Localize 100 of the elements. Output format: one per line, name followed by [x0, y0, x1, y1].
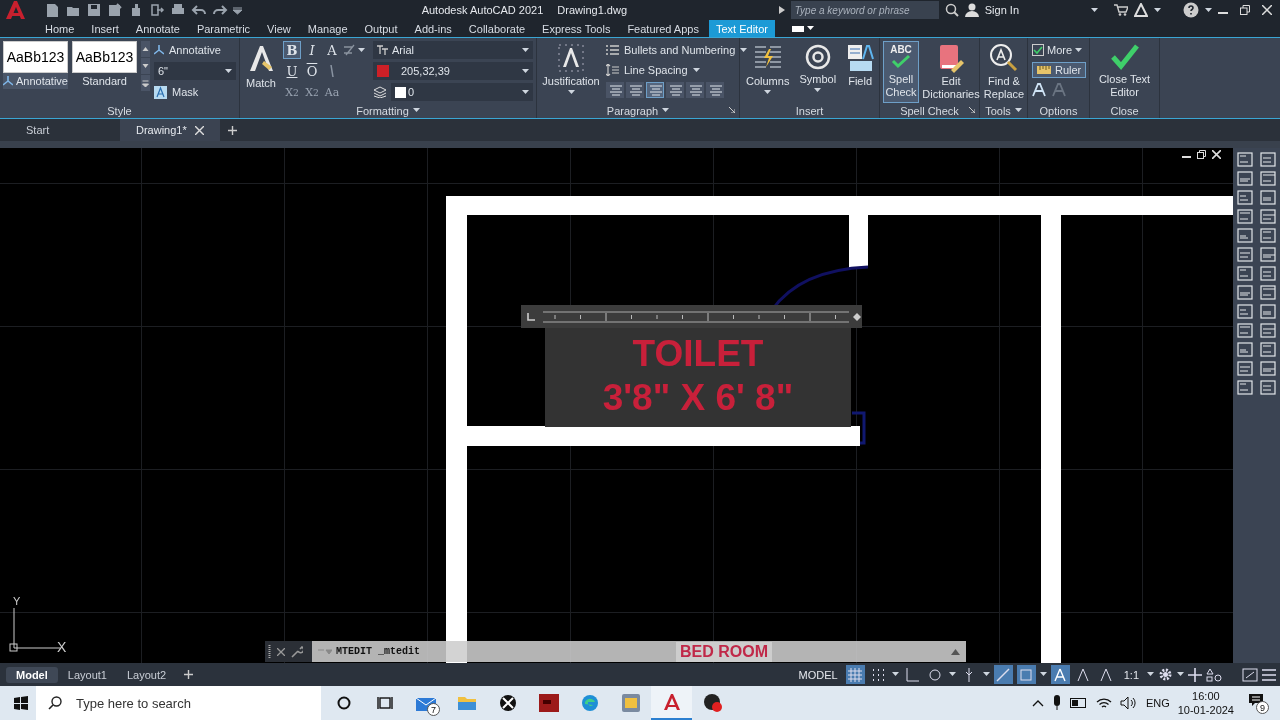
speaker-icon[interactable]: [1119, 696, 1138, 710]
drafting-tool-icon[interactable]: [1237, 152, 1253, 167]
restore-icon[interactable]: [1197, 150, 1206, 159]
justification-icon[interactable]: [557, 43, 585, 73]
caret-icon[interactable]: [521, 89, 529, 95]
triangle-logo-icon[interactable]: [1134, 3, 1148, 17]
caret-icon[interactable]: [521, 47, 529, 53]
drafting-tool-icon[interactable]: [1260, 361, 1276, 376]
app-logo-icon[interactable]: [662, 693, 681, 711]
symbol-button[interactable]: Symbol: [796, 41, 840, 95]
field-button[interactable]: Field: [843, 41, 878, 90]
app-icon[interactable]: [538, 694, 559, 712]
search-box[interactable]: Type here to search: [36, 686, 321, 720]
close-editor-button[interactable]: Close Text Editor: [1093, 41, 1156, 101]
cortana-icon[interactable]: [336, 696, 351, 710]
line-spacing-button[interactable]: Line Spacing: [624, 64, 688, 76]
drafting-tool-icon[interactable]: [1260, 152, 1276, 167]
bullets-button[interactable]: Bullets and Numbering: [624, 44, 736, 56]
search-field[interactable]: Type a keyword or phrase: [790, 1, 939, 19]
wifi-icon[interactable]: [1095, 696, 1112, 710]
edit-dictionaries-button[interactable]: Edit Dictionaries: [921, 41, 981, 103]
caret-icon[interactable]: [692, 67, 700, 73]
dictionary-icon[interactable]: [937, 43, 965, 73]
caret-icon[interactable]: [357, 47, 365, 53]
match-button[interactable]: Match: [243, 41, 279, 92]
text-height-field[interactable]: 6": [154, 62, 236, 80]
scale-button[interactable]: 1:1: [1119, 668, 1143, 681]
drafting-tool-icon[interactable]: [1237, 190, 1253, 205]
format-button[interactable]: I: [302, 41, 321, 59]
ribbon-tab[interactable]: Output: [357, 20, 405, 37]
drafting-tool-icon[interactable]: [1260, 285, 1276, 300]
drafting-tool-icon[interactable]: [1260, 266, 1276, 281]
save-as-icon[interactable]: [107, 2, 123, 18]
ribbon-tab[interactable]: Insert: [84, 20, 126, 37]
more-button[interactable]: More: [1047, 44, 1073, 56]
ribbon-tab[interactable]: Express Tools: [535, 20, 618, 37]
restore-icon[interactable]: [1240, 5, 1250, 15]
checkbox-icon[interactable]: [1032, 44, 1044, 56]
align-button[interactable]: [606, 82, 624, 98]
help-icon[interactable]: [1183, 2, 1199, 18]
caret-icon[interactable]: [1075, 47, 1083, 53]
isolate-icon[interactable]: [1206, 667, 1222, 682]
dropdown-icon[interactable]: [233, 5, 242, 15]
font-field[interactable]: Arial: [372, 41, 533, 59]
caret-icon[interactable]: [1147, 672, 1154, 677]
drafting-tool-icon[interactable]: [1237, 323, 1253, 338]
drafting-tool-icon[interactable]: [1237, 247, 1253, 262]
caret-icon[interactable]: [567, 90, 575, 95]
drafting-tool-icon[interactable]: [1237, 285, 1253, 300]
caret-icon[interactable]: [1154, 7, 1161, 13]
task-view-icon[interactable]: [376, 696, 393, 710]
ribbon-tab[interactable]: View: [260, 20, 298, 37]
space-label[interactable]: MODEL: [794, 668, 842, 681]
drafting-tool-icon[interactable]: [1237, 266, 1253, 281]
field-icon[interactable]: [846, 43, 875, 73]
microphone-icon[interactable]: [1051, 695, 1062, 711]
drafting-tool-icon[interactable]: [1260, 228, 1276, 243]
ruler-button[interactable]: Ruler: [1032, 62, 1087, 78]
drafting-tool-icon[interactable]: [1237, 209, 1253, 224]
fullscreen-icon[interactable]: [1242, 667, 1258, 682]
taskbar-search-field[interactable]: Type here to search: [74, 694, 304, 712]
magnifier-icon[interactable]: [989, 43, 1019, 73]
drafting-tool-icon[interactable]: [1237, 228, 1253, 243]
checkmark-icon[interactable]: [1109, 43, 1140, 71]
format-button[interactable]: B: [282, 41, 301, 59]
caret-icon[interactable]: [948, 672, 956, 677]
spell-check-button[interactable]: ABC Spell Check: [883, 41, 919, 103]
line-spacing-icon[interactable]: [606, 64, 619, 76]
grip-icon[interactable]: [268, 644, 271, 659]
app-logo-icon[interactable]: [4, 0, 26, 20]
mask-icon[interactable]: [154, 85, 167, 99]
dialog-launcher-icon[interactable]: [729, 107, 735, 113]
ribbon-tab[interactable]: Featured Apps: [620, 20, 706, 37]
align-button[interactable]: [706, 82, 724, 98]
drafting-tool-icon[interactable]: [1260, 190, 1276, 205]
handle-icon[interactable]: [853, 312, 861, 321]
search-icon[interactable]: [944, 3, 959, 17]
align-button[interactable]: [666, 82, 684, 98]
user-icon[interactable]: [964, 3, 979, 17]
chevron-icon[interactable]: [1031, 699, 1044, 707]
ribbon-tab[interactable]: Parametric: [189, 20, 258, 37]
add-tab-icon[interactable]: [228, 125, 237, 135]
new-file-icon[interactable]: [44, 2, 60, 18]
drafting-tool-icon[interactable]: [1260, 209, 1276, 224]
columns-button[interactable]: Columns: [743, 41, 793, 97]
layout-tab[interactable]: Layout2: [116, 666, 177, 683]
layers-icon[interactable]: [372, 86, 387, 98]
save-icon[interactable]: [86, 2, 102, 18]
layer-field[interactable]: 0: [390, 83, 533, 101]
tab-stop-icon[interactable]: [527, 312, 535, 321]
panel-title[interactable]: Paragraph: [606, 104, 659, 117]
panel-title[interactable]: Formatting: [356, 104, 409, 117]
drafting-tool-icon[interactable]: [1237, 342, 1253, 357]
recorder-icon[interactable]: [702, 693, 723, 713]
panel-toggle-icon[interactable]: [790, 24, 805, 33]
wrench-icon[interactable]: [291, 645, 303, 658]
drafting-tool-icon[interactable]: [1237, 304, 1253, 319]
drafting-tool-icon[interactable]: [1237, 380, 1253, 395]
expand-gallery-icon[interactable]: [141, 75, 150, 91]
drafting-tool-icon[interactable]: [1237, 171, 1253, 186]
